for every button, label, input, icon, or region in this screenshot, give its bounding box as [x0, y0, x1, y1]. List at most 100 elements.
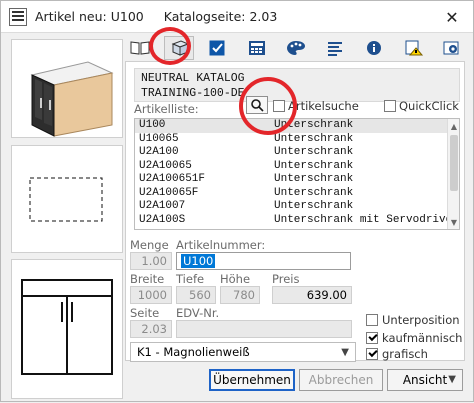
- ansicht-label: Ansicht: [402, 373, 448, 387]
- window-title: Artikel neu: U100 Katalogseite: 2.03: [35, 9, 277, 24]
- tiefe-field[interactable]: 560: [176, 286, 216, 304]
- chevron-down-icon: ▼: [341, 347, 349, 358]
- list-code: U2A10065F: [139, 186, 199, 199]
- annotation-circle-search: [239, 77, 297, 135]
- window-titlebar: Artikel neu: U100 Katalogseite: 2.03 ✕: [1, 1, 473, 33]
- hoehe-label: Höhe: [220, 272, 251, 286]
- list-code: U2A10065: [139, 159, 192, 172]
- scroll-down-icon[interactable]: ▼: [449, 217, 459, 227]
- breite-label: Breite: [130, 272, 165, 286]
- hoehe-field[interactable]: 780: [220, 286, 260, 304]
- ansicht-dropdown-icon: ▼: [448, 374, 456, 385]
- palette-icon: [287, 41, 305, 55]
- kaufmaennisch-checkbox[interactable]: [366, 332, 378, 344]
- close-button[interactable]: ✕: [431, 1, 473, 33]
- close-icon: ✕: [445, 7, 459, 27]
- calculator-tab[interactable]: [242, 36, 272, 60]
- seite-field[interactable]: 2.03: [130, 320, 172, 338]
- list-row[interactable]: U2A100 Unterschrank: [135, 146, 459, 160]
- material-tab[interactable]: [281, 36, 311, 60]
- annotation-circle-cube: [149, 27, 191, 65]
- abbrechen-label: Abbrechen: [308, 373, 374, 387]
- top-view-outline: [29, 177, 103, 222]
- unterposition-checkbox[interactable]: [366, 314, 378, 326]
- catalog-info-box: NEUTRAL KATALOG TRAINING-100-DE: [134, 68, 460, 102]
- material-dropdown-value: K1 - Magnolienweiß: [137, 345, 250, 359]
- app-icon: [9, 7, 27, 26]
- list-desc: Unterschrank mit Servodrive: [274, 213, 453, 226]
- list-code: U2A100: [139, 146, 179, 158]
- quickclick-checkbox[interactable]: [384, 100, 396, 112]
- hoehe-value: 780: [233, 288, 255, 302]
- list-row[interactable]: U2A10065 Unterschrank: [135, 160, 459, 174]
- list-row[interactable]: U2A1007 Unterschrank: [135, 200, 459, 214]
- article-list-label: Artikelliste:: [134, 102, 199, 116]
- abbrechen-button[interactable]: Abbrechen: [299, 369, 383, 391]
- title-left: Artikel neu: U100: [35, 9, 144, 24]
- front-view-drawing: [21, 279, 113, 375]
- title-right: Katalogseite: 2.03: [163, 9, 278, 24]
- calculator-icon: [249, 41, 265, 55]
- checkbox-icon: [209, 40, 225, 56]
- tiefe-label: Tiefe: [176, 272, 205, 286]
- preis-label: Preis: [272, 272, 300, 286]
- list-desc: Unterschrank: [274, 200, 354, 212]
- artikelnummer-value: U100: [181, 254, 216, 268]
- list-row[interactable]: U100 Unterschrank: [135, 119, 459, 133]
- checklist-tab[interactable]: [203, 36, 233, 60]
- cabinet-3d-image: [30, 61, 114, 137]
- kaufmaennisch-label: kaufmännisch: [382, 331, 463, 345]
- artikelnummer-label: Artikelnummer:: [176, 238, 266, 252]
- list-code: U2A100S: [139, 213, 186, 226]
- scroll-up-icon[interactable]: ▲: [449, 121, 459, 131]
- preview-3d: [11, 39, 123, 138]
- ansicht-button[interactable]: Ansicht ▼: [387, 369, 463, 391]
- warning-icon: [405, 40, 424, 56]
- text-lines-icon: [328, 42, 342, 56]
- menge-value: 1.00: [141, 254, 167, 268]
- breite-field[interactable]: 1000: [130, 286, 172, 304]
- left-previews: [11, 39, 123, 399]
- list-desc: Unterschrank: [274, 119, 354, 131]
- text-tab[interactable]: [320, 36, 350, 60]
- edv-field[interactable]: [176, 320, 352, 338]
- article-list[interactable]: U100 Unterschrank U10065 Unterschrank U2A100…: [134, 118, 460, 230]
- article-search-label: Artikelsuche: [288, 99, 359, 113]
- list-row[interactable]: U10065 Unterschrank: [135, 133, 459, 147]
- preis-value: 639.00: [306, 288, 347, 302]
- grafisch-label: grafisch: [382, 347, 428, 361]
- preview-front-view: [11, 259, 123, 399]
- article-dialog-window: Artikel neu: U100 Katalogseite: 2.03 ✕ N…: [0, 0, 474, 402]
- list-desc: Unterschrank: [274, 146, 354, 158]
- menge-label: Menge: [130, 238, 169, 252]
- info-icon: [367, 41, 381, 55]
- uebernehmen-label: Übernehmen: [213, 373, 291, 387]
- article-list-rows: U100 Unterschrank U10065 Unterschrank U2A100…: [135, 119, 459, 227]
- edv-label: EDV-Nr.: [176, 306, 220, 320]
- menge-field[interactable]: 1.00: [130, 252, 172, 270]
- list-row[interactable]: U2A100S Unterschrank mit Servodrive: [135, 214, 459, 228]
- warning-tab[interactable]: [398, 36, 428, 60]
- list-code: U2A1007: [139, 200, 186, 212]
- catalog-book-icon: [130, 41, 150, 55]
- list-desc: Unterschrank: [274, 186, 354, 199]
- list-desc: Unterschrank: [274, 132, 354, 145]
- catalog-line-1: NEUTRAL KATALOG: [141, 72, 245, 85]
- list-desc: Unterschrank: [274, 173, 354, 185]
- artikelnummer-field[interactable]: U100: [176, 252, 351, 270]
- scroll-thumb[interactable]: [450, 135, 458, 191]
- settings-box-icon: [443, 41, 459, 55]
- list-row[interactable]: U2A100651F Unterschrank: [135, 173, 459, 187]
- breite-value: 1000: [137, 288, 167, 302]
- list-row[interactable]: U2A10065F Unterschrank: [135, 187, 459, 201]
- tiefe-value: 560: [189, 288, 211, 302]
- uebernehmen-button[interactable]: Übernehmen: [209, 369, 295, 391]
- info-tab[interactable]: [359, 36, 389, 60]
- preis-field[interactable]: 639.00: [272, 286, 352, 304]
- grafisch-checkbox[interactable]: [366, 348, 378, 360]
- settings-tab[interactable]: [437, 36, 467, 60]
- list-code: U2A100651F: [139, 173, 206, 185]
- material-dropdown[interactable]: K1 - Magnolienweiß ▼: [130, 342, 356, 362]
- quickclick-label: QuickClick: [399, 99, 459, 113]
- list-scrollbar[interactable]: ▲ ▼: [447, 119, 459, 229]
